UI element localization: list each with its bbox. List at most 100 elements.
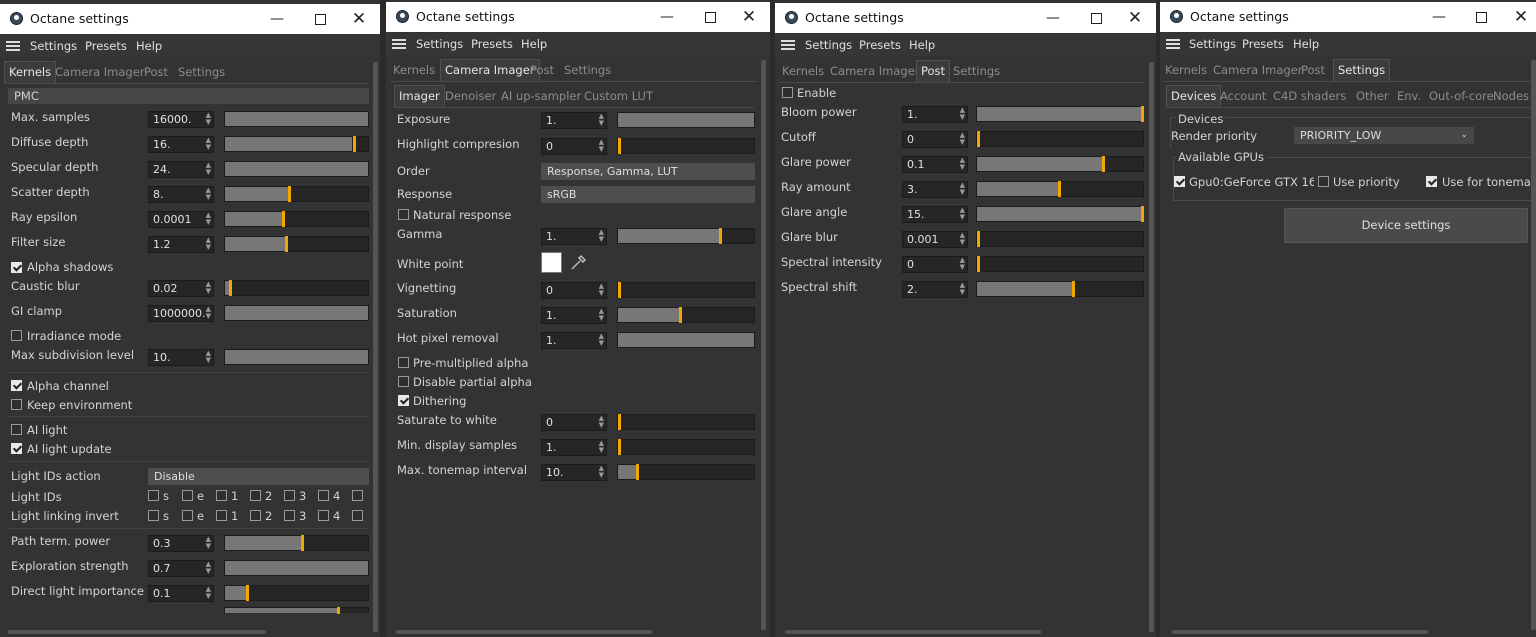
spinner-arrows-icon[interactable]: ▲ ▼ <box>206 586 211 600</box>
subtab-devices[interactable]: Devices <box>1166 85 1222 107</box>
max-tonemap-interval-input[interactable]: 10. ▲ ▼ <box>541 464 607 481</box>
ray-amount-slider[interactable] <box>976 181 1144 197</box>
slider-knob[interactable] <box>1102 156 1105 172</box>
title-bar[interactable]: Octane settings — ✕ <box>775 3 1156 33</box>
minimize-icon[interactable]: — <box>262 8 292 30</box>
tab-kernels[interactable]: Kernels <box>1165 63 1207 77</box>
keep-environment-checkbox[interactable] <box>11 399 22 410</box>
max-samples-slider[interactable] <box>224 111 369 127</box>
slider-knob[interactable] <box>246 585 249 601</box>
irradiance-mode-checkbox[interactable] <box>11 330 22 341</box>
subtab-imager[interactable]: Imager <box>394 85 445 107</box>
bloom-power-input[interactable]: 1. ▲ ▼ <box>902 106 968 123</box>
horizontal-scrollbar[interactable] <box>785 630 1041 634</box>
bloom-power-slider[interactable] <box>976 106 1144 122</box>
spinner-arrows-icon[interactable]: ▲ ▼ <box>960 182 965 196</box>
spectral-shift-input[interactable]: 2. ▲ ▼ <box>902 281 968 298</box>
diffuse-depth-slider[interactable] <box>224 136 369 152</box>
glare-blur-slider[interactable] <box>976 231 1144 247</box>
vignetting-input[interactable]: 0 ▲ ▼ <box>541 282 607 299</box>
scatter-depth-slider[interactable] <box>224 186 369 202</box>
spinner-arrows-icon[interactable]: ▲ ▼ <box>599 415 604 429</box>
menu-help[interactable]: Help <box>909 38 935 52</box>
spinner-arrows-icon[interactable]: ▲ ▼ <box>206 561 211 575</box>
minimize-icon[interactable]: — <box>1038 7 1068 29</box>
spinner-arrows-icon[interactable]: ▲ ▼ <box>206 137 211 151</box>
maximize-icon[interactable] <box>1081 7 1111 29</box>
spinner-arrows-icon[interactable]: ▲ ▼ <box>599 308 604 322</box>
close-icon[interactable]: ✕ <box>1120 7 1150 29</box>
premultiplied-alpha-checkbox[interactable] <box>398 357 409 368</box>
cutoff-input[interactable]: 0 ▲ ▼ <box>902 131 968 148</box>
spinner-arrows-icon[interactable]: ▲ ▼ <box>206 237 211 251</box>
eyedropper-icon[interactable] <box>569 252 589 272</box>
min-display-samples-slider[interactable] <box>617 439 755 455</box>
scatter-depth-input[interactable]: 8. ▲ ▼ <box>148 186 214 203</box>
minimize-icon[interactable]: — <box>652 6 682 28</box>
link-2-checkbox[interactable] <box>250 510 261 521</box>
horizontal-scrollbar[interactable] <box>1172 630 1428 634</box>
vertical-scrollbar[interactable] <box>1531 60 1536 630</box>
maximize-icon[interactable] <box>1466 6 1496 28</box>
highlight-compression-slider[interactable] <box>617 138 755 154</box>
diffuse-depth-input[interactable]: 16. ▲ ▼ <box>148 136 214 153</box>
slider-knob[interactable] <box>977 256 980 272</box>
glare-angle-slider[interactable] <box>976 206 1144 222</box>
tab-settings[interactable]: Settings <box>1333 59 1391 81</box>
spectral-shift-slider[interactable] <box>976 281 1144 297</box>
tab-post[interactable]: Post <box>144 65 168 79</box>
slider-knob[interactable] <box>288 186 291 202</box>
vertical-scrollbar[interactable] <box>373 62 378 632</box>
spinner-arrows-icon[interactable]: ▲ ▼ <box>960 157 965 171</box>
spinner-arrows-icon[interactable]: ▲ ▼ <box>206 112 211 126</box>
slider-knob[interactable] <box>301 535 304 551</box>
max-subdivision-input[interactable]: 10. ▲ ▼ <box>148 349 214 366</box>
hamburger-menu-icon[interactable] <box>6 41 20 51</box>
tab-post[interactable]: Post <box>530 63 554 77</box>
exploration-strength-input[interactable]: 0.7 ▲ ▼ <box>148 560 214 577</box>
glare-blur-input[interactable]: 0.001 ▲ ▼ <box>902 231 968 248</box>
slider-knob[interactable] <box>618 439 621 455</box>
hamburger-menu-icon[interactable] <box>392 39 406 49</box>
enable-post-checkbox[interactable] <box>782 87 793 98</box>
slider-knob[interactable] <box>719 228 722 244</box>
subtab-env[interactable]: Env. <box>1397 89 1421 103</box>
tab-settings[interactable]: Settings <box>953 64 1000 78</box>
slider-knob[interactable] <box>1141 206 1144 222</box>
subtab-account[interactable]: Account <box>1220 89 1266 103</box>
slider-knob[interactable] <box>977 131 980 147</box>
slider-knob[interactable] <box>285 236 288 252</box>
menu-settings[interactable]: Settings <box>1189 37 1236 51</box>
link-3-checkbox[interactable] <box>284 510 295 521</box>
link-4-checkbox[interactable] <box>318 510 329 521</box>
light-id-e-checkbox[interactable] <box>182 490 193 501</box>
tab-settings[interactable]: Settings <box>178 65 225 79</box>
ray-epsilon-input[interactable]: 0.0001 ▲ ▼ <box>148 211 214 228</box>
use-for-tonemap-checkbox[interactable] <box>1426 176 1437 187</box>
link-s-checkbox[interactable] <box>148 510 159 521</box>
alpha-shadows-checkbox[interactable] <box>11 262 22 273</box>
slider-knob[interactable] <box>282 211 285 227</box>
exploration-strength-slider[interactable] <box>224 560 369 576</box>
spinner-arrows-icon[interactable]: ▲ ▼ <box>206 187 211 201</box>
slider-knob[interactable] <box>1058 181 1061 197</box>
caustic-blur-input[interactable]: 0.02 ▲ ▼ <box>148 280 214 297</box>
menu-presets[interactable]: Presets <box>85 39 127 53</box>
menu-help[interactable]: Help <box>1293 37 1319 51</box>
menu-presets[interactable]: Presets <box>471 37 513 51</box>
spinner-arrows-icon[interactable]: ▲ ▼ <box>960 107 965 121</box>
subtab-c4d-shaders[interactable]: C4D shaders <box>1273 89 1346 103</box>
glare-power-input[interactable]: 0.1 ▲ ▼ <box>902 156 968 173</box>
white-point-color-swatch[interactable] <box>541 252 562 273</box>
saturate-to-white-slider[interactable] <box>617 414 755 430</box>
tab-kernels[interactable]: Kernels <box>782 64 824 78</box>
tab-post[interactable]: Post <box>1301 63 1325 77</box>
device-settings-button[interactable]: Device settings <box>1284 208 1528 243</box>
disable-partial-alpha-checkbox[interactable] <box>398 376 409 387</box>
order-dropdown[interactable]: Response, Gamma, LUT <box>541 163 755 180</box>
exposure-slider[interactable] <box>617 112 755 128</box>
spinner-arrows-icon[interactable]: ▲ ▼ <box>599 440 604 454</box>
slider-knob[interactable] <box>353 136 356 152</box>
light-id-1-checkbox[interactable] <box>216 490 227 501</box>
natural-response-checkbox[interactable] <box>398 209 409 220</box>
